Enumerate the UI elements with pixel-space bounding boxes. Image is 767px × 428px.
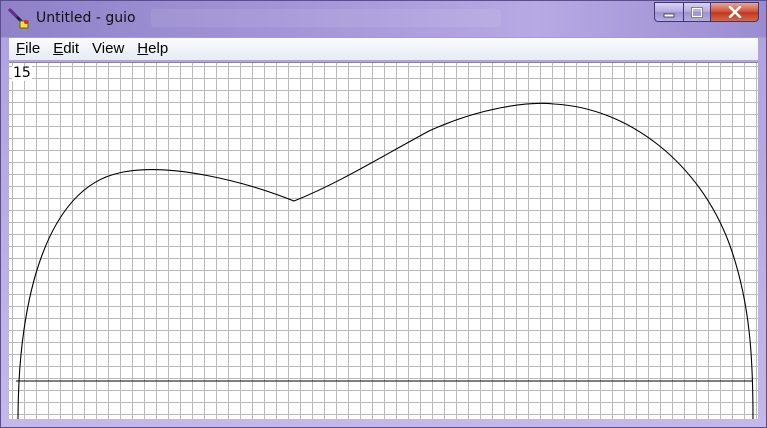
menu-help[interactable]: Help <box>130 38 174 60</box>
menu-view-label: View <box>92 40 125 57</box>
minimize-icon <box>663 3 675 22</box>
menu-help-label: elp <box>148 40 169 57</box>
menu-edit[interactable]: Edit <box>46 38 85 60</box>
grid-canvas[interactable] <box>9 63 758 419</box>
title-bar[interactable]: Untitled - guio <box>1 1 766 37</box>
caption-buttons <box>654 2 759 24</box>
menu-file-mnemonic: F <box>16 40 26 57</box>
grid <box>9 63 758 419</box>
menu-edit-mnemonic: E <box>53 40 64 57</box>
pen-icon <box>7 7 31 31</box>
close-icon <box>728 3 742 22</box>
drawing-canvas[interactable]: 15 <box>9 62 758 419</box>
menu-help-mnemonic: H <box>137 40 149 57</box>
menu-view[interactable]: View <box>85 38 130 60</box>
counter-label: 15 <box>12 65 32 81</box>
minimize-button[interactable] <box>654 2 684 22</box>
menu-file-label: ile <box>25 40 41 57</box>
menu-edit-label: dit <box>63 40 80 57</box>
window-title: Untitled - guio <box>36 10 136 26</box>
menu-bar: File Edit View Help <box>9 38 758 60</box>
maximize-icon <box>691 3 703 22</box>
close-button[interactable] <box>711 2 759 22</box>
menu-file[interactable]: File <box>9 38 46 60</box>
app-window: Untitled - guio File Edit View Help 15 <box>0 0 767 428</box>
maximize-button[interactable] <box>684 2 711 22</box>
